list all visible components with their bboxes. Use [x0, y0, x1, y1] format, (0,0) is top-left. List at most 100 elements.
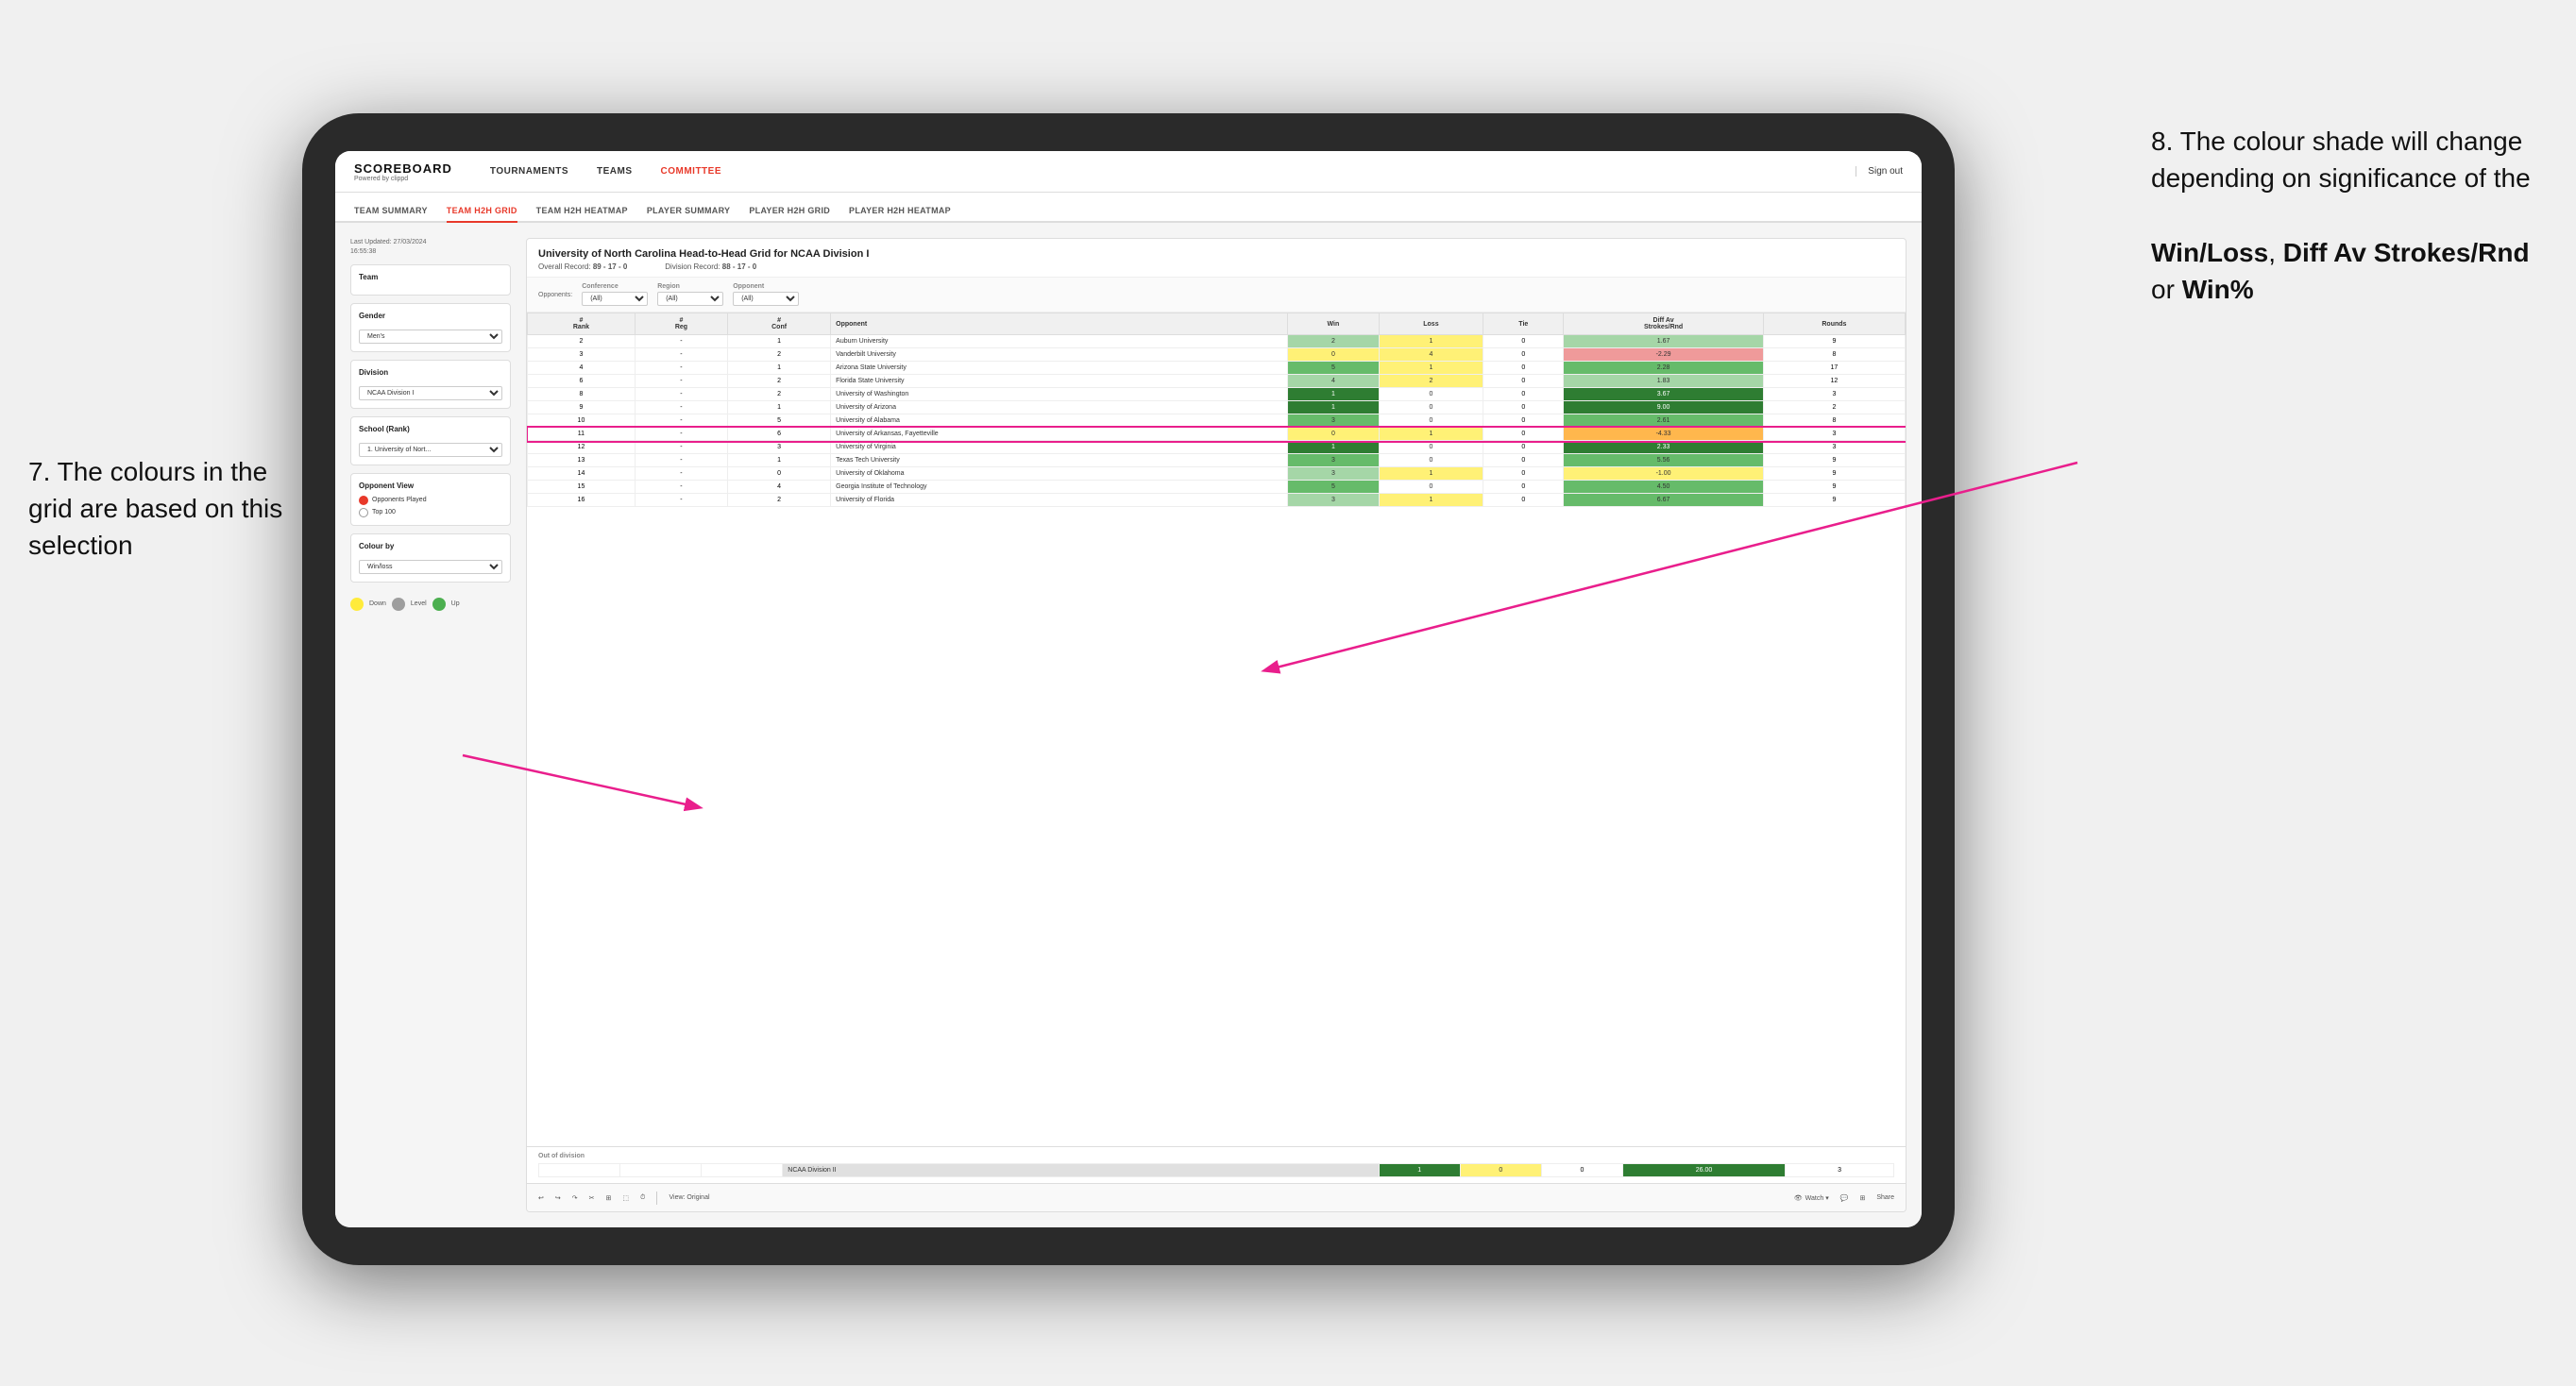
opponent-filter-select[interactable]: (All) — [733, 292, 799, 306]
tablet-screen: SCOREBOARD Powered by clippd TOURNAMENTS… — [335, 151, 1922, 1227]
present-btn[interactable]: ⊞ — [1859, 1194, 1865, 1202]
ood-rounds: 3 — [1786, 1164, 1894, 1177]
tab-player-h2h-grid[interactable]: PLAYER H2H GRID — [749, 206, 830, 223]
conference-filter-select[interactable]: (All) — [582, 292, 648, 306]
division-label: Division — [359, 368, 502, 377]
colour-by-select[interactable]: Win/loss — [359, 560, 502, 574]
paste-btn[interactable]: ⬚ — [622, 1194, 629, 1202]
ood-conf — [702, 1164, 783, 1177]
school-label: School (Rank) — [359, 425, 502, 433]
sidebar-panel: Last Updated: 27/03/2024 16:55:38 Team G… — [350, 238, 511, 1212]
logo-area: SCOREBOARD Powered by clippd — [354, 161, 452, 182]
sign-out-link[interactable]: Sign out — [1856, 166, 1903, 177]
radio-dot-unselected — [359, 508, 368, 517]
out-of-division-row: NCAA Division II 1 0 0 26.00 3 — [539, 1164, 1894, 1177]
legend-down-label: Down — [369, 600, 386, 607]
table-row: 6 - 2 Florida State University 4 2 0 1.8… — [528, 375, 1906, 388]
col-loss: Loss — [1379, 313, 1483, 335]
tab-team-h2h-heatmap[interactable]: TEAM H2H HEATMAP — [536, 206, 628, 223]
opponent-view-label: Opponent View — [359, 482, 502, 490]
gender-label: Gender — [359, 312, 502, 320]
legend-down-dot — [350, 598, 364, 611]
radio-opponents-played[interactable]: Opponents Played — [359, 496, 502, 505]
table-row: 13 - 1 Texas Tech University 3 0 0 5.56 … — [528, 454, 1906, 467]
team-label: Team — [359, 273, 502, 281]
view-original-btn[interactable]: View: Original — [669, 1194, 709, 1201]
nav-committee[interactable]: COMMITTEE — [661, 166, 722, 177]
opponents-label: Opponents: — [538, 292, 572, 298]
sidebar-gender-section: Gender Men's — [350, 303, 511, 352]
redo-btn[interactable]: ↪ — [555, 1194, 561, 1202]
filter-region: Region (All) — [657, 283, 723, 306]
tab-team-summary[interactable]: TEAM SUMMARY — [354, 206, 428, 223]
undo-btn[interactable]: ↩ — [538, 1194, 544, 1202]
annotation-right: 8. The colour shade will change dependin… — [2151, 123, 2548, 308]
radio-dot-selected — [359, 496, 368, 505]
table-row: 12 - 3 University of Virginia 1 0 0 2.33… — [528, 441, 1906, 454]
nav-teams[interactable]: TEAMS — [597, 166, 633, 177]
table-row: 11 - 6 University of Arkansas, Fayettevi… — [528, 428, 1906, 441]
filter-opponent: Opponent (All) — [733, 283, 799, 306]
table-row: 14 - 0 University of Oklahoma 3 1 0 -1.0… — [528, 467, 1906, 481]
ood-diff: 26.00 — [1622, 1164, 1785, 1177]
watch-btn[interactable]: 👁 Watch ▾ — [1794, 1194, 1829, 1202]
region-filter-select[interactable]: (All) — [657, 292, 723, 306]
share-btn[interactable]: Share — [1876, 1194, 1894, 1201]
copy-btn[interactable]: ⊞ — [606, 1194, 612, 1202]
comment-btn[interactable]: 💬 — [1840, 1194, 1849, 1202]
col-opponent: Opponent — [831, 313, 1288, 335]
h2h-table: #Rank #Reg #Conf Opponent Win Loss Tie D… — [527, 313, 1906, 507]
legend-up-label: Up — [451, 600, 460, 607]
legend-level-label: Level — [411, 600, 427, 607]
col-conf: #Conf — [728, 313, 831, 335]
table-row: 4 - 1 Arizona State University 5 1 0 2.2… — [528, 362, 1906, 375]
tab-team-h2h-grid[interactable]: TEAM H2H GRID — [447, 206, 517, 223]
annotation-left: 7. The colours in the grid are based on … — [28, 453, 293, 565]
main-content: Last Updated: 27/03/2024 16:55:38 Team G… — [335, 223, 1922, 1227]
overall-record-label: Overall Record: 89 - 17 - 0 — [538, 262, 627, 271]
col-diff: Diff AvStrokes/Rnd — [1564, 313, 1764, 335]
sidebar-colour-section: Colour by Win/loss — [350, 533, 511, 583]
col-win: Win — [1288, 313, 1379, 335]
school-select[interactable]: 1. University of Nort... — [359, 443, 502, 457]
tab-player-summary[interactable]: PLAYER SUMMARY — [647, 206, 731, 223]
division-record-label: Division Record: 88 - 17 - 0 — [665, 262, 756, 271]
ood-win: 1 — [1379, 1164, 1460, 1177]
grid-panel: University of North Carolina Head-to-Hea… — [526, 238, 1907, 1212]
grid-records: Overall Record: 89 - 17 - 0 Division Rec… — [538, 262, 1894, 271]
ood-rank — [539, 1164, 620, 1177]
top-nav: SCOREBOARD Powered by clippd TOURNAMENTS… — [335, 151, 1922, 193]
out-of-division-label: Out of division — [538, 1153, 1894, 1159]
grid-header: University of North Carolina Head-to-Hea… — [527, 239, 1906, 278]
sub-nav: TEAM SUMMARY TEAM H2H GRID TEAM H2H HEAT… — [335, 193, 1922, 223]
ood-tie: 0 — [1541, 1164, 1622, 1177]
table-row: 15 - 4 Georgia Institute of Technology 5… — [528, 481, 1906, 494]
col-rounds: Rounds — [1763, 313, 1905, 335]
bottom-toolbar: ↩ ↪ ↷ ✂ ⊞ ⬚ ⏱ View: Original 👁 Watch ▾ 💬… — [527, 1183, 1906, 1211]
out-of-division-section: Out of division NCAA Division II 1 0 0 — [527, 1146, 1906, 1183]
cut-btn[interactable]: ✂ — [589, 1194, 595, 1202]
ood-loss: 0 — [1460, 1164, 1541, 1177]
sidebar-team-section: Team — [350, 264, 511, 296]
radio-group: Opponents Played Top 100 — [359, 496, 502, 517]
tab-player-h2h-heatmap[interactable]: PLAYER H2H HEATMAP — [849, 206, 951, 223]
col-tie: Tie — [1483, 313, 1564, 335]
division-select[interactable]: NCAA Division I — [359, 386, 502, 400]
clock-btn[interactable]: ⏱ — [640, 1194, 645, 1202]
col-rank: #Rank — [528, 313, 636, 335]
nav-tournaments[interactable]: TOURNAMENTS — [490, 166, 568, 177]
table-row: 16 - 2 University of Florida 3 1 0 6.67 … — [528, 494, 1906, 507]
sidebar-opponent-view-section: Opponent View Opponents Played Top 100 — [350, 473, 511, 526]
gender-select[interactable]: Men's — [359, 330, 502, 344]
table-row: 2 - 1 Auburn University 2 1 0 1.67 9 — [528, 335, 1906, 348]
radio-top100[interactable]: Top 100 — [359, 508, 502, 517]
forward-btn[interactable]: ↷ — [572, 1194, 578, 1202]
out-of-division-table: NCAA Division II 1 0 0 26.00 3 — [538, 1163, 1894, 1177]
filter-conference: Conference (All) — [582, 283, 648, 306]
data-table: #Rank #Reg #Conf Opponent Win Loss Tie D… — [527, 313, 1906, 1146]
sidebar-school-section: School (Rank) 1. University of Nort... — [350, 416, 511, 465]
ood-division: NCAA Division II — [783, 1164, 1379, 1177]
grid-title: University of North Carolina Head-to-Hea… — [538, 248, 1894, 260]
table-header-row: #Rank #Reg #Conf Opponent Win Loss Tie D… — [528, 313, 1906, 335]
filter-row: Opponents: Conference (All) Region (All) — [527, 278, 1906, 313]
